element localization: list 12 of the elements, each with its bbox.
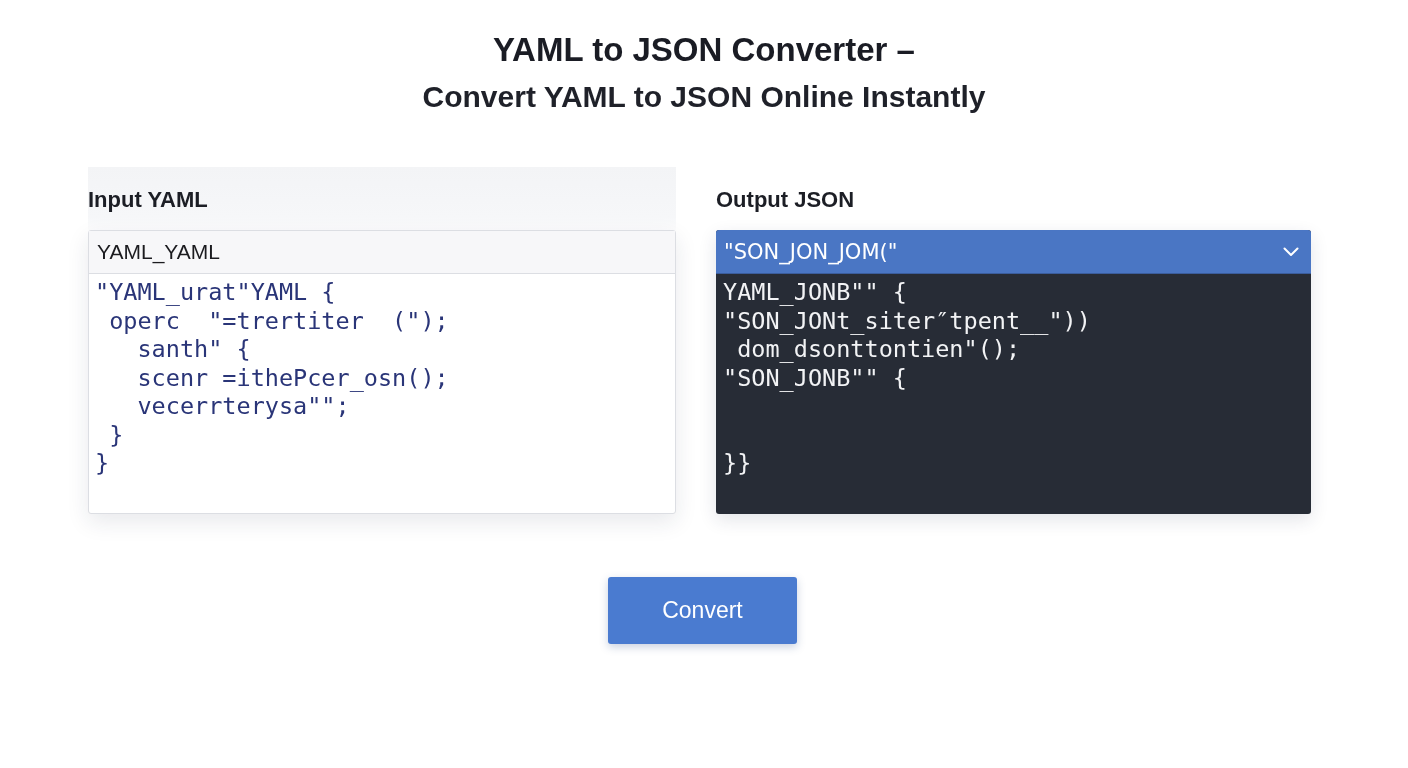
yaml-code: "YAML_urat"YAML { operc "=trertiter ("); santh" { scenr =ithePcer_osn(); vecerrterysa""; } } <box>94 277 450 478</box>
output-header-text: "SON_JON_JOM(" <box>724 239 898 264</box>
json-code: YAML_JONB"" { "SON_JONt_siter″tpent__")) dom_dsonttontien"(); "SON_JONB"" { }} <box>722 277 1092 478</box>
panel-label: Input YAML <box>88 186 209 214</box>
page-subtitle: Convert YAML to JSON Online Instantly <box>422 79 986 115</box>
yaml-input-field[interactable]: YAML_YAML "YAML_urat"YAML { operc "=trertiter ("); santh" { scenr =ithePcer_osn(); vecerrterysa""; } } <box>88 230 676 514</box>
convert-button[interactable]: Convert <box>608 577 797 644</box>
output-header-bar[interactable]: "SON_JON_JOM(" <box>716 230 1311 274</box>
chevron-down-icon[interactable] <box>1283 246 1299 257</box>
editor-header: YAML_YAML <box>89 231 675 274</box>
panel-label: Output JSON <box>716 186 856 214</box>
page-title: YAML to JSON Converter – <box>493 30 915 70</box>
